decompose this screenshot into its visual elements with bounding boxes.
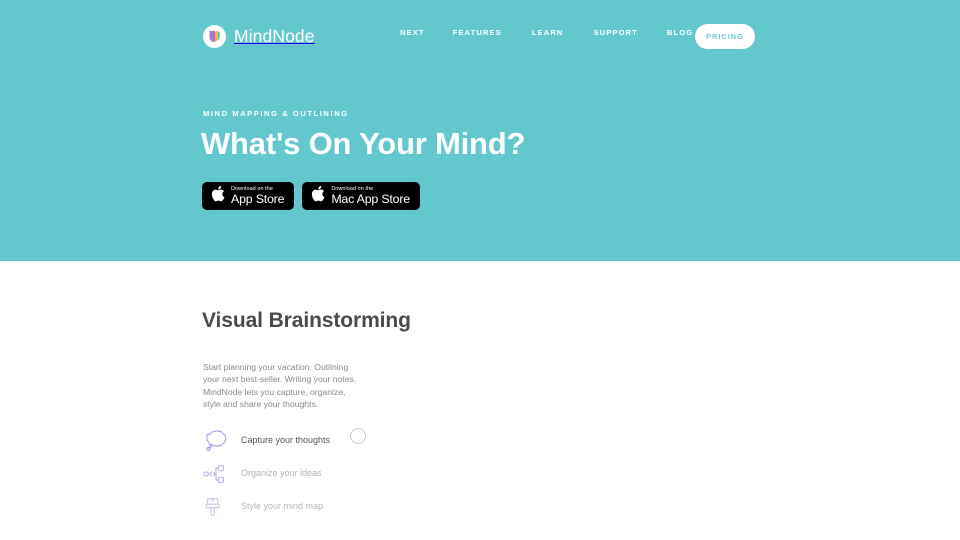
apple-logo-icon (211, 185, 225, 207)
page-root: MindNode NEXT FEATURES LEARN SUPPORT BLO… (0, 0, 960, 540)
nav-item-learn[interactable]: LEARN (532, 29, 564, 37)
pricing-button-label: PRICING (706, 31, 744, 41)
app-store-badges: Download on the App Store Download on th… (202, 182, 420, 210)
page-title: Visual Brainstorming (202, 309, 411, 332)
brand-name: MindNode (234, 25, 315, 46)
nav-item-blog[interactable]: BLOG (667, 29, 693, 37)
paint-brush-icon (203, 494, 231, 520)
app-store-badge[interactable]: Download on the App Store (202, 182, 295, 210)
mac-app-store-badge[interactable]: Download on the Mac App Store (302, 182, 420, 210)
feature-label-capture: Capture your thoughts (241, 435, 331, 445)
mindnode-logo-icon (203, 25, 226, 48)
nav-item-features[interactable]: FEATURES (453, 29, 502, 37)
feature-list: Capture your thoughts Organize your idea… (203, 424, 378, 523)
apple-logo-icon (311, 185, 325, 207)
hero-headline: What's On Your Mind? (201, 126, 526, 161)
pricing-button[interactable]: PRICING (695, 24, 755, 49)
mac-app-store-badge-main: Mac App Store (331, 192, 410, 206)
mac-app-store-badge-text: Download on the Mac App Store (331, 186, 410, 206)
feature-item-style[interactable]: Style your mind map (203, 490, 378, 523)
brand-logo-link[interactable]: MindNode (203, 25, 315, 48)
feature-label-organize: Organize your ideas (241, 468, 322, 478)
feature-item-capture[interactable]: Capture your thoughts (203, 424, 378, 457)
node-graph-icon (203, 461, 231, 487)
section-body: Start planning your vacation. Outlining … (203, 362, 357, 410)
thought-cloud-icon (203, 428, 231, 454)
feature-label-style: Style your mind map (241, 501, 324, 511)
navbar: MindNode NEXT FEATURES LEARN SUPPORT BLO… (0, 0, 960, 74)
feature-item-organize[interactable]: Organize your ideas (203, 457, 378, 490)
nav-item-next[interactable]: NEXT (400, 29, 425, 37)
app-store-badge-text: Download on the App Store (231, 186, 285, 206)
nav-item-support[interactable]: SUPPORT (593, 29, 637, 37)
progress-indicator[interactable] (350, 428, 366, 444)
app-store-badge-main: App Store (231, 192, 285, 206)
hero-eyebrow: MIND MAPPING & OUTLINING (203, 109, 349, 118)
